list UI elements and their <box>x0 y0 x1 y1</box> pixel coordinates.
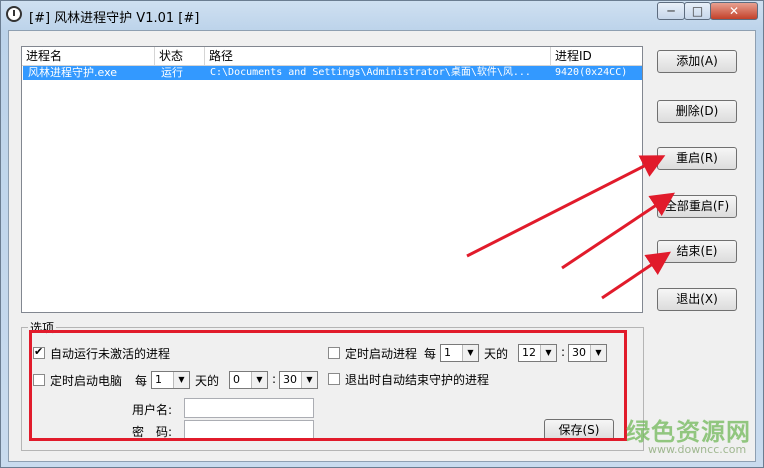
arrow-to-restart <box>466 155 666 258</box>
arrow-to-restart-all <box>561 192 675 270</box>
watermark-url: www.downcc.com <box>648 443 747 456</box>
watermark-logo: 绿色资源网 <box>626 418 751 446</box>
annotation-arrows <box>466 155 675 300</box>
arrow-to-end <box>601 251 671 300</box>
